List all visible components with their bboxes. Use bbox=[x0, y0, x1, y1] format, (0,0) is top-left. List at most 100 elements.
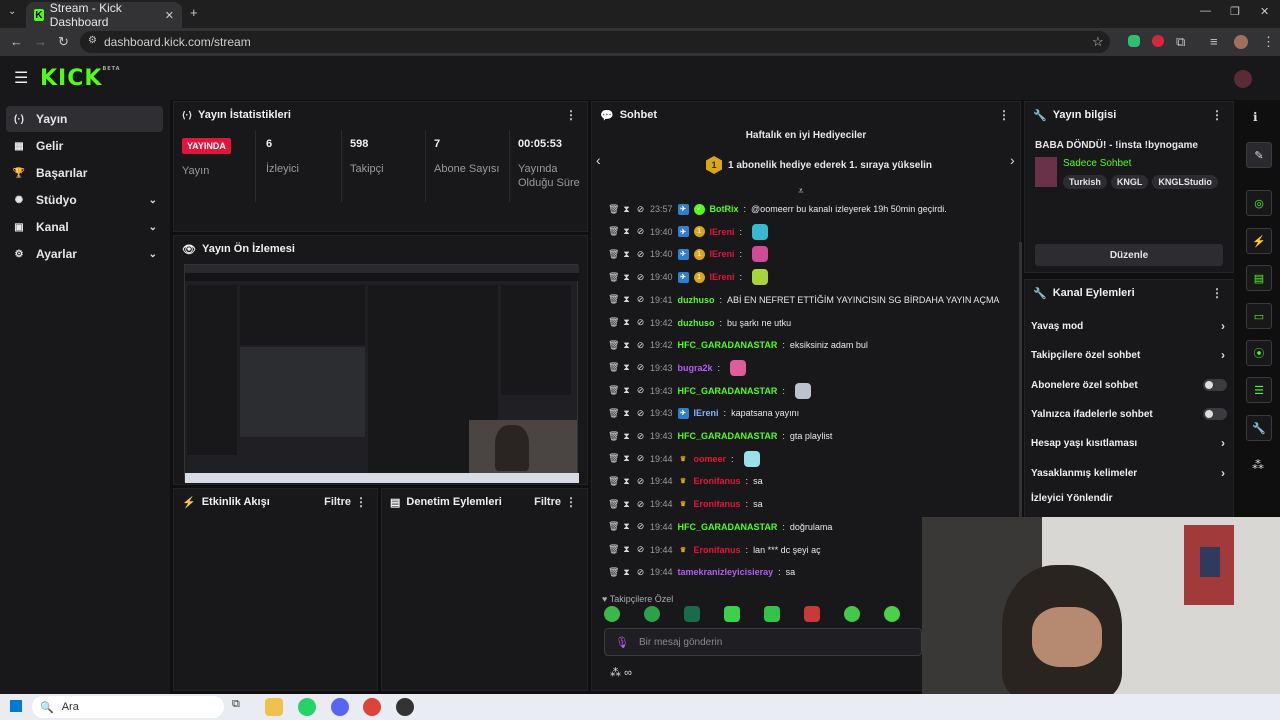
chat-input[interactable]: 🎙 Bir mesaj gönderin bbox=[604, 628, 922, 656]
minimize-icon[interactable]: — bbox=[1200, 5, 1211, 17]
delete-icon[interactable]: 🗑 bbox=[608, 226, 619, 237]
tag[interactable]: Turkish bbox=[1063, 175, 1107, 189]
delete-icon[interactable]: 🗑 bbox=[608, 294, 619, 305]
more-options-icon[interactable]: ⋮ bbox=[565, 495, 577, 509]
message-username[interactable]: Eronifanus bbox=[694, 499, 741, 509]
ban-icon[interactable]: ⊘ bbox=[636, 272, 645, 283]
timeout-icon[interactable]: ⧗ bbox=[622, 294, 631, 305]
discord-icon[interactable] bbox=[331, 698, 349, 716]
chat-message[interactable]: 🗑 ⧗ ⊘ 23:57 ✈ ✓ BotRix: @oomeerr bu kanalı izle… bbox=[608, 199, 947, 219]
slow-mode-row[interactable]: Yavaş mod › bbox=[1031, 315, 1227, 337]
extension-icon[interactable] bbox=[1128, 35, 1140, 47]
ban-icon[interactable]: ⊘ bbox=[636, 249, 645, 260]
message-username[interactable]: duzhuso bbox=[678, 318, 715, 328]
edit-tool-icon[interactable]: ✎ bbox=[1246, 142, 1272, 168]
kick-logo[interactable]: KICKBETA bbox=[40, 66, 121, 91]
timeout-icon[interactable]: ⧗ bbox=[622, 272, 631, 283]
chat-message[interactable]: 🗑 ⧗ ⊘ 19:40 ✈ 1 IEreni: bbox=[608, 267, 769, 287]
document-tool-icon[interactable]: ▤ bbox=[1246, 265, 1272, 291]
task-view-icon[interactable]: ⧉ bbox=[232, 698, 250, 716]
file-explorer-icon[interactable] bbox=[265, 698, 283, 716]
ban-icon[interactable]: ⊘ bbox=[636, 431, 645, 442]
timeout-icon[interactable]: ⧗ bbox=[622, 385, 631, 396]
profile-avatar[interactable] bbox=[1234, 35, 1248, 49]
close-tab-icon[interactable]: ✕ bbox=[165, 9, 174, 22]
chat-message[interactable]: 🗑 ⧗ ⊘ 19:42 duzhuso: bu şarkı ne utku bbox=[608, 313, 791, 333]
followers-only-row[interactable]: Takipçilere özel sohbet › bbox=[1031, 344, 1227, 366]
emote-icon[interactable] bbox=[764, 606, 780, 622]
tab-search-icon[interactable]: ⌄ bbox=[8, 6, 16, 17]
ban-icon[interactable]: ⊘ bbox=[636, 521, 645, 532]
message-username[interactable]: IEreni bbox=[710, 227, 735, 237]
timeout-icon[interactable]: ⧗ bbox=[622, 453, 631, 464]
windows-start-icon[interactable] bbox=[10, 700, 22, 712]
delete-icon[interactable]: 🗑 bbox=[608, 385, 619, 396]
info-icon[interactable]: ℹ bbox=[1253, 110, 1258, 124]
forward-icon[interactable]: → bbox=[34, 34, 47, 49]
reload-icon[interactable]: ↻ bbox=[58, 34, 69, 50]
tag[interactable]: KNGLStudio bbox=[1152, 175, 1218, 189]
ban-icon[interactable]: ⊘ bbox=[636, 317, 645, 328]
message-username[interactable]: oomeer bbox=[694, 454, 727, 464]
ban-icon[interactable]: ⊘ bbox=[636, 408, 645, 419]
timeout-icon[interactable]: ⧗ bbox=[622, 544, 631, 555]
more-options-icon[interactable]: ⋮ bbox=[1211, 108, 1223, 122]
chat-message[interactable]: 🗑 ⧗ ⊘ 19:41 duzhuso: ABİ EN NEFRET ETTİĞİM YA… bbox=[608, 290, 999, 310]
ban-icon[interactable]: ⊘ bbox=[636, 294, 645, 305]
timeout-icon[interactable]: ⧗ bbox=[622, 567, 631, 578]
broadcast-tool-icon[interactable]: ⦿ bbox=[1246, 340, 1272, 366]
sidebar-item-studyo[interactable]: ✺ Stüdyo ⌄ bbox=[6, 187, 163, 213]
delete-icon[interactable]: 🗑 bbox=[608, 499, 619, 510]
stream-category[interactable]: Sadece Sohbet bbox=[1063, 158, 1131, 169]
media-icon[interactable]: ≡ bbox=[1210, 34, 1218, 49]
more-options-icon[interactable]: ⋮ bbox=[565, 108, 577, 122]
emote-icon[interactable] bbox=[644, 606, 660, 622]
chat-message[interactable]: 🗑 ⧗ ⊘ 19:43 ✈ IEreni: kapatsana yayını bbox=[608, 403, 799, 423]
sliders-tool-icon[interactable]: ☰ bbox=[1246, 377, 1272, 403]
emote-menu-icon[interactable]: ⁂ bbox=[1252, 458, 1264, 472]
message-username[interactable]: BotRix bbox=[710, 204, 739, 214]
timeout-icon[interactable]: ⧗ bbox=[622, 317, 631, 328]
emotes-only-toggle[interactable] bbox=[1203, 408, 1227, 420]
delete-icon[interactable]: 🗑 bbox=[608, 476, 619, 487]
new-tab-icon[interactable]: + bbox=[190, 5, 198, 20]
ban-icon[interactable]: ⊘ bbox=[636, 499, 645, 510]
chevron-right-icon[interactable]: › bbox=[1010, 152, 1015, 168]
chat-message[interactable]: 🗑 ⧗ ⊘ 19:43 HFC_GARADANASTAR: bbox=[608, 381, 811, 401]
chrome-icon[interactable] bbox=[363, 698, 381, 716]
target-tool-icon[interactable]: ◎ bbox=[1246, 190, 1272, 216]
delete-icon[interactable]: 🗑 bbox=[608, 317, 619, 328]
stream-preview-video[interactable] bbox=[184, 264, 579, 483]
message-username[interactable]: IEreni bbox=[710, 272, 735, 282]
timeout-icon[interactable]: ⧗ bbox=[622, 499, 631, 510]
emote-icon[interactable] bbox=[884, 606, 900, 622]
microphone-icon[interactable]: 🎙 bbox=[615, 636, 629, 649]
account-age-row[interactable]: Hesap yaşı kısıtlaması › bbox=[1031, 432, 1227, 454]
more-options-icon[interactable]: ⋮ bbox=[998, 108, 1010, 122]
whatsapp-icon[interactable] bbox=[298, 698, 316, 716]
close-window-icon[interactable]: ✕ bbox=[1260, 5, 1269, 18]
emote-menu-icon[interactable]: ⁂ bbox=[610, 667, 621, 679]
url-input[interactable]: ⚙ dashboard.kick.com/stream ☆ bbox=[80, 31, 1110, 53]
extensions-puzzle-icon[interactable]: ⧉ bbox=[1176, 34, 1185, 50]
message-username[interactable]: tamekranizleyicisieray bbox=[678, 567, 774, 577]
timeout-icon[interactable]: ⧗ bbox=[622, 431, 631, 442]
emote-icon[interactable] bbox=[724, 606, 740, 622]
delete-icon[interactable]: 🗑 bbox=[608, 408, 619, 419]
sidebar-item-yayin[interactable]: (·) Yayın bbox=[6, 106, 163, 132]
hamburger-menu-icon[interactable]: ☰ bbox=[14, 68, 28, 88]
chat-message[interactable]: 🗑 ⧗ ⊘ 19:44 ♛ Eronifanus: lan *** dc şeyi aç bbox=[608, 540, 821, 560]
tag[interactable]: KNGL bbox=[1110, 175, 1149, 189]
message-username[interactable]: duzhuso bbox=[678, 295, 715, 305]
ban-icon[interactable]: ⊘ bbox=[636, 453, 645, 464]
delete-icon[interactable]: 🗑 bbox=[608, 431, 619, 442]
timeout-icon[interactable]: ⧗ bbox=[622, 521, 631, 532]
emote-icon[interactable] bbox=[604, 606, 620, 622]
timeout-icon[interactable]: ⧗ bbox=[622, 226, 631, 237]
ban-icon[interactable]: ⊘ bbox=[636, 544, 645, 555]
host-viewers-row[interactable]: İzleyici Yönlendir bbox=[1031, 487, 1227, 509]
chat-message[interactable]: 🗑 ⧗ ⊘ 19:44 ♛ Eronifanus: sa bbox=[608, 471, 763, 491]
chat-message[interactable]: 🗑 ⧗ ⊘ 19:43 HFC_GARADANASTAR: gta playlist bbox=[608, 426, 832, 446]
chat-message[interactable]: 🗑 ⧗ ⊘ 19:44 tamekranizleyicisieray: sa bbox=[608, 562, 795, 582]
ban-icon[interactable]: ⊘ bbox=[636, 385, 645, 396]
